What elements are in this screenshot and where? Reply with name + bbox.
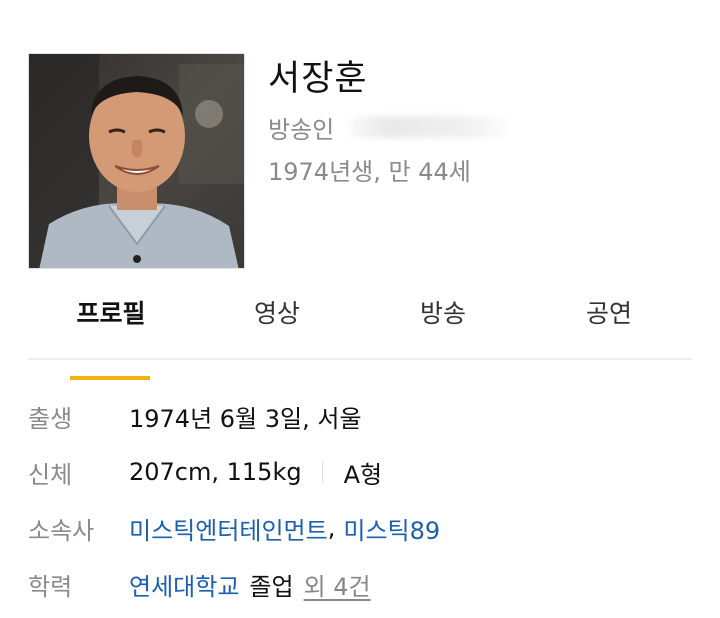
info-row-birth: 출생 1974년 6월 3일, 서울	[28, 388, 692, 444]
agency-link-1[interactable]: 미스틱엔터테인먼트	[129, 511, 328, 546]
education-value-group: 연세대학교 졸업 외 4건	[129, 567, 371, 602]
job-row: 방송인	[268, 110, 509, 144]
profile-age: 1974년생, 만 44세	[268, 158, 471, 186]
profile-photo[interactable]	[28, 53, 245, 269]
info-row-agency: 소속사 미스틱엔터테인먼트 , 미스틱89	[28, 500, 692, 556]
profile-tabs: 프로필 영상 방송 공연	[28, 290, 692, 380]
birth-value: 1974년 6월 3일, 서울	[129, 404, 362, 433]
info-row-education: 학력 연세대학교 졸업 외 4건	[28, 556, 692, 612]
school-link[interactable]: 연세대학교	[129, 567, 239, 602]
tab-video[interactable]: 영상	[194, 290, 360, 358]
education-status: 졸업	[249, 572, 294, 601]
blood-type: A형	[343, 460, 383, 489]
tab-broadcast[interactable]: 방송	[360, 290, 526, 358]
agency-value-group: 미스틱엔터테인먼트 , 미스틱89	[129, 511, 440, 546]
education-label: 학력	[28, 572, 73, 601]
profile-job: 방송인	[268, 115, 335, 144]
birth-label: 출생	[28, 404, 73, 433]
profile-info: 출생 1974년 6월 3일, 서울 신체 207cm, 115kg A형 소속…	[28, 388, 692, 612]
education-more-link[interactable]: 외 4건	[304, 567, 371, 602]
divider	[321, 461, 323, 483]
tab-profile[interactable]: 프로필	[28, 290, 194, 380]
info-row-body: 신체 207cm, 115kg A형	[28, 444, 692, 500]
body-value-group: 207cm, 115kg A형	[129, 455, 382, 490]
agency-link-2[interactable]: 미스틱89	[343, 511, 440, 546]
tab-performance[interactable]: 공연	[526, 290, 692, 358]
profile-name: 서장훈	[268, 59, 368, 99]
body-label: 신체	[28, 460, 73, 489]
agency-label: 소속사	[28, 516, 95, 545]
redacted-blur	[348, 116, 509, 138]
agency-separator: ,	[327, 514, 336, 542]
person-photo-icon	[29, 54, 244, 268]
body-value: 207cm, 115kg	[129, 458, 302, 486]
